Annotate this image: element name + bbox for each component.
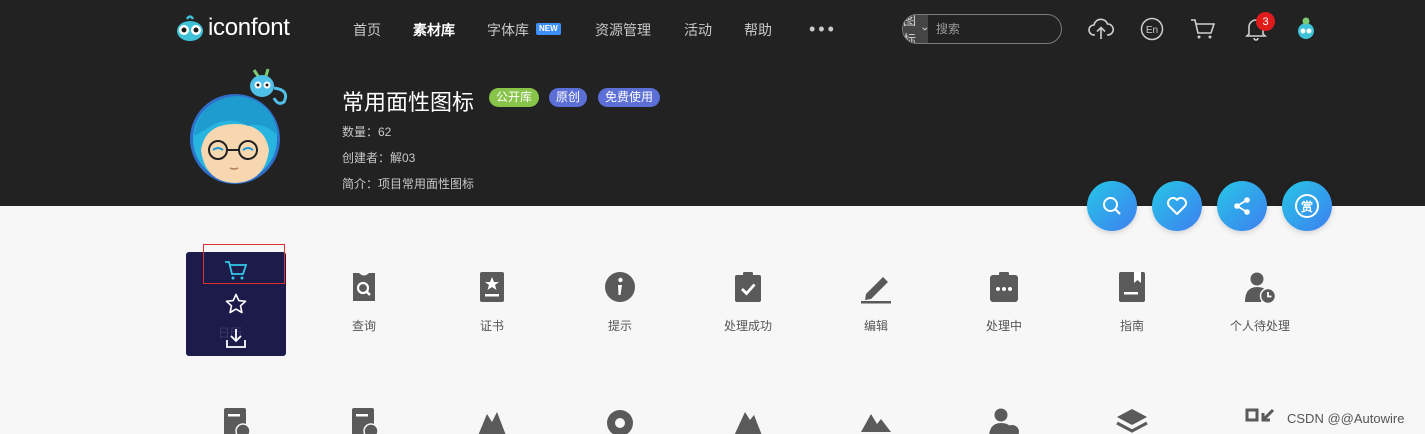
avatar-icon	[1298, 17, 1314, 39]
english-language-icon: En	[1140, 17, 1164, 41]
nav-material-library[interactable]: 素材库	[413, 20, 455, 40]
icon-label: 证书	[479, 319, 504, 333]
nav-home[interactable]: 首页	[353, 20, 381, 40]
icon-item-row2-2[interactable]	[300, 406, 428, 434]
search-icon	[1103, 197, 1121, 215]
user-avatar[interactable]	[1293, 16, 1319, 42]
icon-label: 查询	[351, 319, 376, 333]
search-box: 图标	[902, 14, 1062, 44]
icon-item-user-pending[interactable]: 个人待处理	[1196, 270, 1324, 334]
icon-item-row2-6[interactable]	[812, 406, 940, 434]
logo-text: iconfont	[208, 14, 290, 41]
icon-item-row2-3[interactable]	[428, 406, 556, 434]
icon-label: 指南	[1119, 319, 1144, 333]
icon-label: 编辑	[863, 319, 888, 333]
collection-creator: 创建者：解03	[342, 151, 416, 165]
collection-avatar-image	[190, 68, 288, 184]
upload-button[interactable]	[1088, 16, 1114, 42]
favorite-button[interactable]	[1152, 181, 1202, 231]
icon-label: 处理中	[985, 319, 1022, 333]
info-icon	[605, 272, 635, 302]
mountain-peak-icon	[734, 412, 762, 434]
icon-label: 处理成功	[723, 319, 772, 333]
iconfont-logo-icon	[177, 15, 203, 41]
query-icon	[353, 273, 375, 301]
highlight-box	[203, 244, 285, 284]
nav-help[interactable]: 帮助	[744, 20, 772, 40]
search-type-label: 图标	[903, 14, 917, 44]
share-button[interactable]	[1217, 181, 1267, 231]
heart-icon	[1167, 197, 1187, 215]
search-type-select[interactable]: 图标	[903, 14, 929, 44]
document-check-icon	[352, 408, 379, 434]
icon-item-query[interactable]: 查询	[300, 270, 428, 334]
icon-item-row2-7[interactable]	[940, 406, 1068, 434]
nav-activities[interactable]: 活动	[684, 20, 712, 40]
icon-item-row2-1[interactable]	[172, 406, 300, 434]
icon-item-processing[interactable]: 处理中	[940, 270, 1068, 334]
search-collection-button[interactable]	[1087, 181, 1137, 231]
icon-label: 提示	[607, 319, 632, 333]
reward-label: 赏	[1295, 194, 1319, 218]
new-badge: NEW	[536, 23, 561, 35]
icon-item-guide[interactable]: 指南	[1068, 270, 1196, 334]
tag-original: 原创	[549, 88, 588, 107]
collection-title: 常用面性图标	[342, 90, 475, 115]
csdn-watermark: CSDN @@Autowire	[1287, 411, 1405, 426]
certificate-icon	[480, 272, 504, 302]
language-button[interactable]: En	[1139, 16, 1165, 42]
nav-more-button[interactable]: •••	[809, 20, 837, 38]
collect-button[interactable]	[222, 290, 250, 318]
processing-icon	[990, 272, 1018, 302]
star-icon	[225, 293, 247, 314]
share-icon	[1234, 197, 1250, 215]
document-time-icon	[224, 408, 251, 434]
guide-icon	[1119, 272, 1145, 302]
svg-text:En: En	[1146, 25, 1158, 36]
gear-icon	[607, 410, 633, 434]
icon-item-edit[interactable]: 编辑	[812, 270, 940, 334]
tag-public-library: 公开库	[489, 88, 540, 107]
icon-item-certificate[interactable]: 证书	[428, 270, 556, 334]
icon-label: 个人待处理	[1229, 319, 1290, 333]
icon-item-row2-4[interactable]	[556, 406, 684, 434]
icon-item-info[interactable]: 提示	[556, 270, 684, 334]
reward-button[interactable]: 赏	[1282, 181, 1332, 231]
cloud-upload-icon	[1088, 18, 1114, 39]
collapse-icon	[1245, 408, 1275, 422]
notification-count-badge: 3	[1256, 12, 1275, 31]
nav-resource-management[interactable]: 资源管理	[595, 20, 651, 40]
icon-item-row2-8[interactable]	[1068, 406, 1196, 434]
nav-font-library[interactable]: 字体库	[487, 20, 529, 40]
shopping-cart-icon	[1191, 19, 1216, 39]
top-navigation: iconfont 首页 素材库 字体库 NEW 资源管理 活动 帮助 ••• 图…	[0, 0, 1425, 58]
logo[interactable]: iconfont	[175, 14, 290, 42]
landscape-icon	[861, 414, 891, 432]
tag-free-to-use: 免费使用	[598, 88, 661, 107]
user-pending-icon	[1245, 272, 1277, 304]
download-button[interactable]	[222, 324, 250, 352]
icon-item-success[interactable]: 处理成功	[684, 270, 812, 334]
layers-icon	[1116, 409, 1148, 433]
success-clipboard-icon	[735, 272, 761, 302]
collection-count: 数量：62	[342, 125, 392, 139]
edit-icon	[861, 277, 891, 304]
download-icon	[226, 329, 246, 348]
icon-item-row2-5[interactable]	[684, 406, 812, 434]
collection-intro: 简介：项目常用面性图标	[342, 177, 475, 191]
search-input[interactable]	[928, 15, 1061, 43]
cart-button[interactable]	[1190, 16, 1216, 42]
user-check-icon	[989, 408, 1019, 434]
mountain-icon	[478, 412, 506, 434]
